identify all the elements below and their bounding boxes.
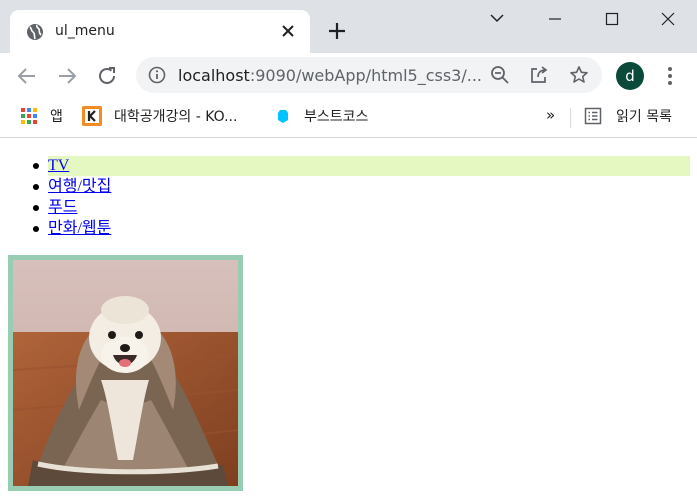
more-bookmarks-chevron[interactable]: » bbox=[546, 105, 555, 125]
menu-item-food: 푸드 bbox=[33, 197, 690, 218]
globe-icon bbox=[27, 24, 43, 40]
menu-item-tv: TV bbox=[33, 155, 690, 176]
bookmark-boostcourse-label: 부스트코스 bbox=[304, 109, 369, 125]
page-content: TV 여행/맛집 푸드 만화/웹툰 bbox=[0, 139, 697, 498]
url-path: :9090/webApp/html5_css3/... bbox=[249, 66, 482, 85]
kocw-logo-icon bbox=[82, 106, 102, 126]
bookmark-apps-label: 앱 bbox=[50, 109, 63, 125]
apps-grid-icon bbox=[21, 108, 37, 124]
forward-arrow-icon[interactable] bbox=[55, 64, 79, 88]
new-tab-icon[interactable] bbox=[327, 21, 347, 41]
menu-link-food[interactable]: 푸드 bbox=[48, 199, 77, 216]
menu-link-tv[interactable]: TV bbox=[48, 157, 69, 174]
url-host: localhost bbox=[178, 66, 250, 85]
tab-strip: ul_menu bbox=[0, 0, 697, 53]
bookmarks-divider bbox=[570, 108, 571, 128]
reload-icon[interactable] bbox=[95, 64, 119, 88]
active-tab[interactable]: ul_menu bbox=[10, 10, 310, 53]
bookmarks-bar: 앱 대학공개강의 - KO... 부스트코스 » 읽기 목록 bbox=[0, 99, 697, 138]
menu-link-webtoon[interactable]: 만화/웹툰 bbox=[48, 220, 111, 237]
bookmark-apps[interactable]: 앱 bbox=[20, 105, 63, 127]
maximize-icon[interactable] bbox=[600, 8, 624, 30]
minimize-icon[interactable] bbox=[543, 8, 567, 30]
address-bar[interactable]: localhost:9090/webApp/html5_css3/... bbox=[136, 57, 602, 93]
back-arrow-icon[interactable] bbox=[15, 64, 39, 88]
dog-photo bbox=[8, 255, 243, 491]
close-tab-icon[interactable] bbox=[280, 23, 296, 39]
bookmark-star-icon[interactable] bbox=[569, 65, 589, 85]
window-close-icon[interactable] bbox=[656, 8, 680, 30]
browser-toolbar: localhost:9090/webApp/html5_css3/... d bbox=[0, 53, 697, 99]
tab-search-chevron-icon[interactable] bbox=[485, 8, 509, 30]
site-info-icon[interactable] bbox=[148, 66, 166, 84]
reading-list-icon bbox=[584, 107, 602, 125]
menu-item-travel: 여행/맛집 bbox=[33, 176, 690, 197]
bookmark-kocw-label: 대학공개강의 - KO... bbox=[114, 109, 238, 125]
bookmark-boostcourse[interactable]: 부스트코스 bbox=[274, 105, 368, 127]
more-menu-icon[interactable] bbox=[660, 65, 680, 87]
profile-avatar[interactable]: d bbox=[616, 62, 644, 90]
dog-in-blanket-image bbox=[13, 260, 238, 486]
menu-link-travel[interactable]: 여행/맛집 bbox=[48, 178, 111, 195]
url-text[interactable]: localhost:9090/webApp/html5_css3/... bbox=[178, 66, 482, 86]
zoom-out-icon[interactable] bbox=[490, 65, 510, 85]
hover-highlight bbox=[48, 156, 690, 176]
bookmark-kocw[interactable]: 대학공개강의 - KO... bbox=[82, 105, 237, 127]
menu-item-webtoon: 만화/웹툰 bbox=[33, 218, 690, 239]
share-icon[interactable] bbox=[529, 65, 549, 85]
ul-menu: TV 여행/맛집 푸드 만화/웹툰 bbox=[33, 155, 690, 239]
reading-list-label: 읽기 목록 bbox=[616, 109, 672, 125]
boostcourse-logo-icon bbox=[278, 110, 288, 123]
reading-list-button[interactable]: 읽기 목록 bbox=[584, 105, 672, 127]
tab-title: ul_menu bbox=[55, 23, 115, 39]
